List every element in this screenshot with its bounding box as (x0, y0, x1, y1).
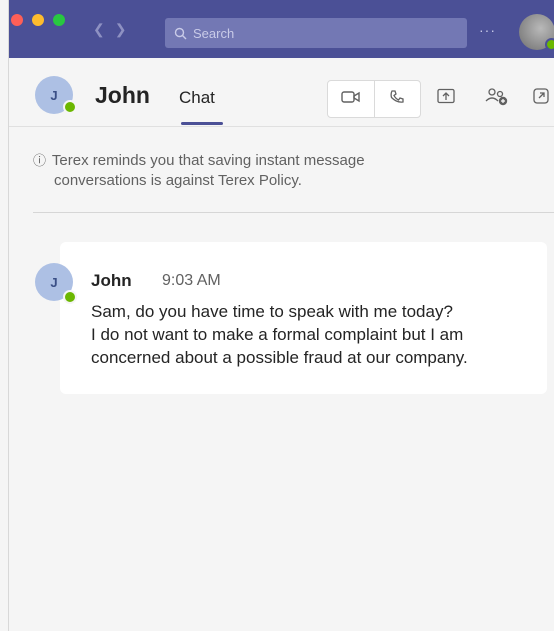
share-screen-icon[interactable] (437, 88, 455, 109)
message-line: I do not want to make a formal complaint… (91, 325, 464, 344)
minimize-window-button[interactable] (32, 14, 44, 26)
audio-call-icon (389, 89, 405, 110)
policy-notice: ⓘ Terex reminds you that saving instant … (33, 151, 483, 191)
video-call-icon (341, 90, 361, 109)
divider (33, 212, 554, 213)
notice-line-1: Terex reminds you that saving instant me… (51, 152, 365, 169)
close-window-button[interactable] (11, 14, 23, 26)
message-line: concerned about a possible fraud at our … (91, 348, 468, 367)
sender-presence-icon (63, 290, 77, 304)
user-presence-icon (545, 38, 554, 51)
add-people-icon[interactable] (485, 88, 509, 111)
forward-arrow-icon[interactable]: ❯ (115, 21, 127, 38)
tab-chat[interactable]: Chat (179, 88, 215, 108)
active-tab-indicator (181, 122, 223, 125)
audio-call-button[interactable] (373, 81, 421, 117)
message-timestamp: 9:03 AM (162, 272, 221, 289)
notice-line-2: conversations is against Terex Policy. (54, 172, 302, 189)
video-call-button[interactable] (328, 81, 374, 117)
call-buttons (327, 80, 421, 118)
message-line: Sam, do you have time to speak with me t… (91, 302, 453, 321)
message-sender-name: John (91, 271, 132, 290)
back-arrow-icon[interactable]: ❮ (93, 21, 105, 38)
pop-out-icon[interactable] (533, 88, 549, 109)
search-placeholder: Search (193, 25, 235, 41)
contact-name: John (95, 82, 150, 108)
contact-presence-icon (63, 100, 77, 114)
message-body: Sam, do you have time to speak with me t… (91, 300, 541, 369)
window-controls (11, 14, 65, 26)
info-icon: ⓘ (33, 153, 47, 168)
chat-header: J John Chat (9, 58, 554, 127)
search-icon (174, 27, 187, 40)
app-window: ❮ ❯ Search ··· J John Chat ⓘ Terex remin… (8, 0, 554, 631)
search-input[interactable]: Search (165, 18, 467, 48)
maximize-window-button[interactable] (53, 14, 65, 26)
history-nav: ❮ ❯ (93, 21, 126, 38)
more-options-button[interactable]: ··· (479, 22, 496, 38)
